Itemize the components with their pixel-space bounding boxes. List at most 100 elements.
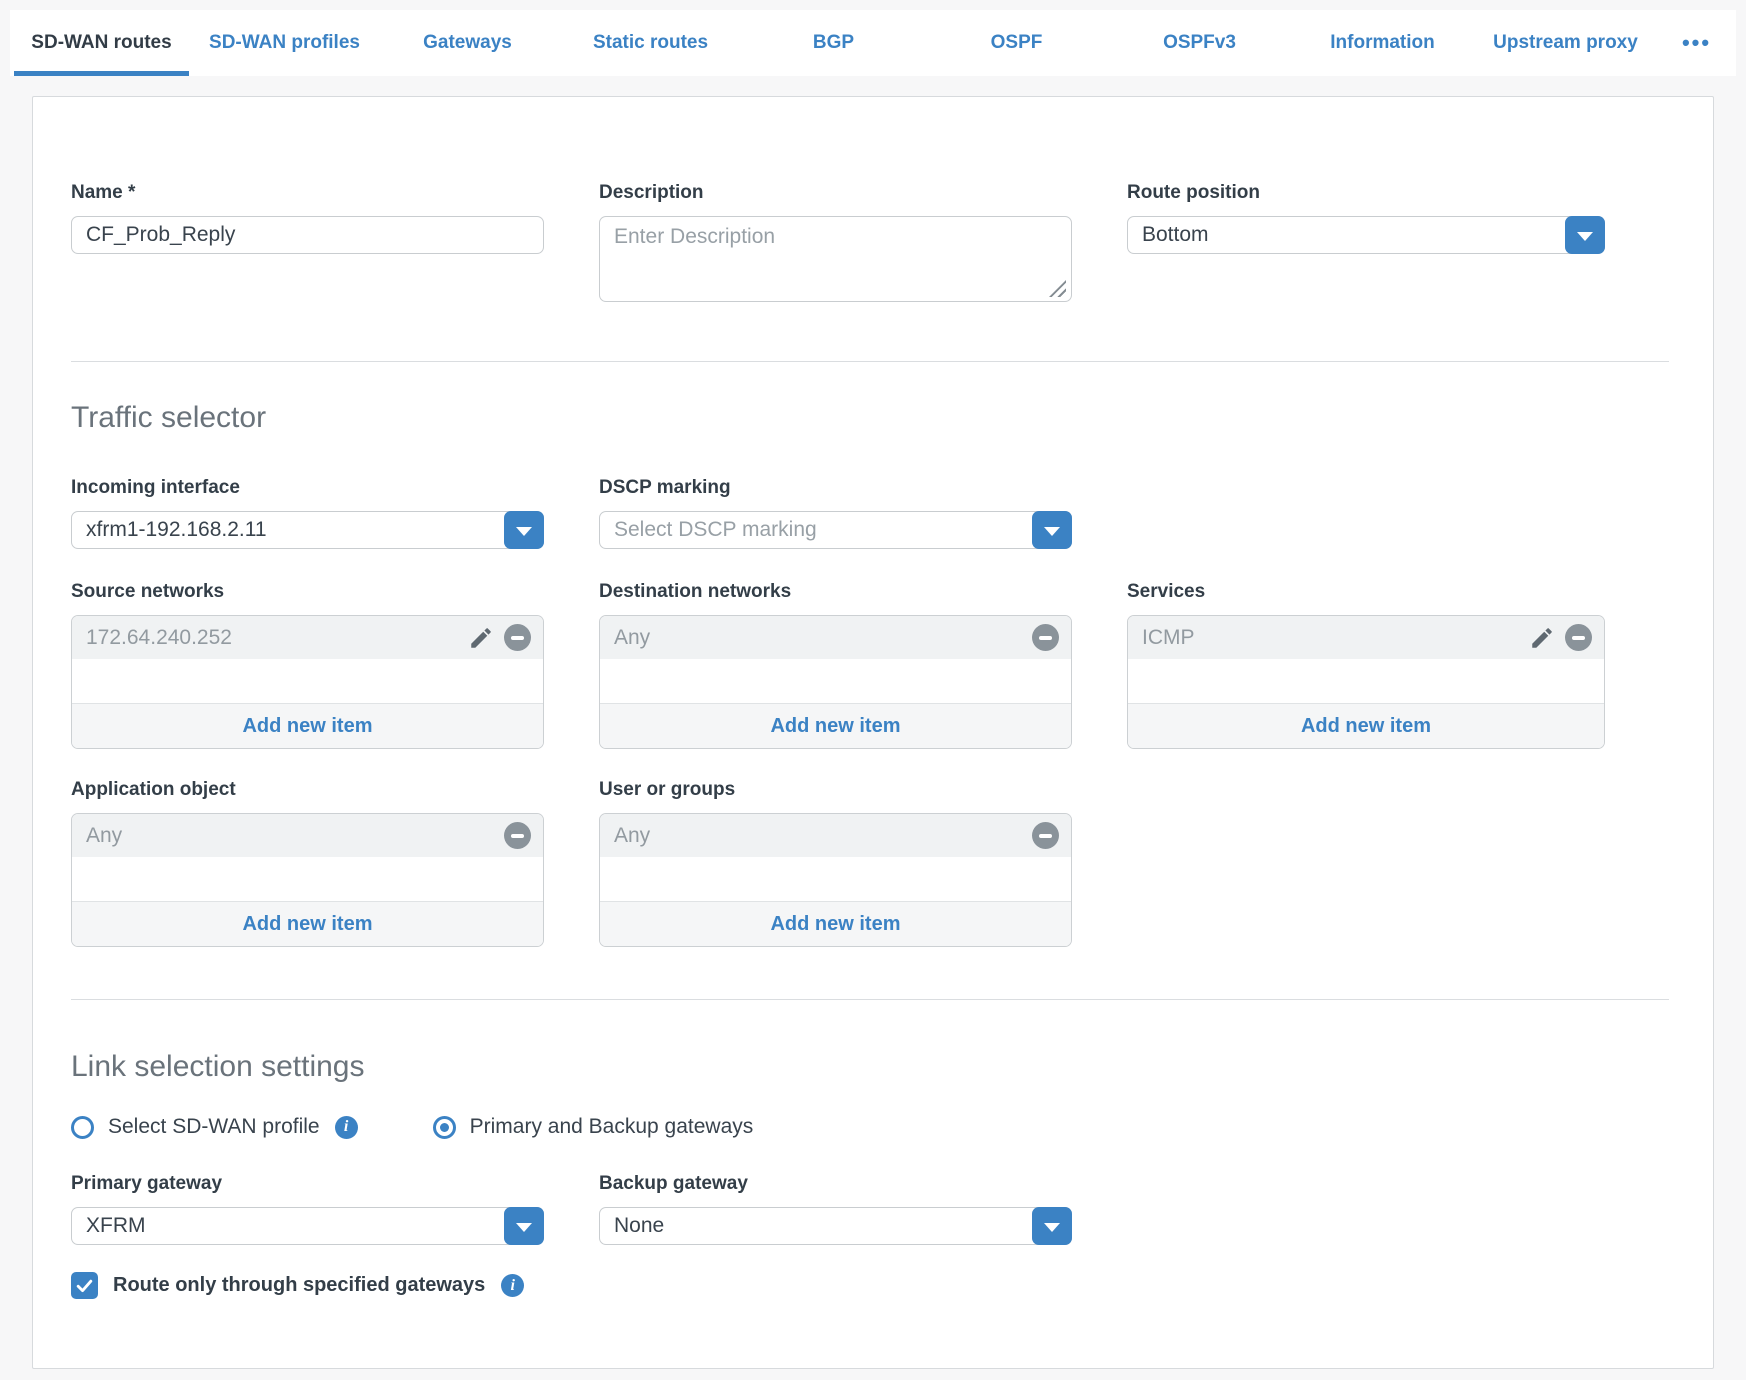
primary-gateway-value: XFRM xyxy=(86,1214,146,1238)
backup-gateway-dropdown-button[interactable] xyxy=(1032,1207,1072,1245)
name-label: Name * xyxy=(71,182,544,204)
remove-item-icon[interactable] xyxy=(1565,624,1592,651)
list-item: ICMP xyxy=(1128,616,1604,659)
route-only-checkbox[interactable] xyxy=(71,1272,98,1299)
chevron-down-icon xyxy=(1044,1223,1060,1232)
primary-gateway-dropdown[interactable]: XFRM xyxy=(71,1207,544,1245)
primary-gateway-label: Primary gateway xyxy=(71,1173,544,1195)
general-fields-row: Name * Description Route position Bottom xyxy=(71,182,1713,307)
info-icon[interactable]: i xyxy=(335,1116,358,1139)
section-divider xyxy=(71,361,1669,362)
chevron-down-icon xyxy=(516,527,532,536)
tab-sdwan-profiles[interactable]: SD-WAN profiles xyxy=(193,10,376,76)
sdwan-route-form-card: Name * Description Route position Bottom… xyxy=(32,96,1714,1369)
chevron-down-icon xyxy=(1044,527,1060,536)
remove-item-icon[interactable] xyxy=(504,624,531,651)
dscp-marking-dropdown-button[interactable] xyxy=(1032,511,1072,549)
add-new-item-button[interactable]: Add new item xyxy=(600,703,1071,748)
edit-icon[interactable] xyxy=(468,625,494,651)
chevron-down-icon xyxy=(1577,232,1593,241)
tab-ospfv3[interactable]: OSPFv3 xyxy=(1108,10,1291,76)
add-new-item-button[interactable]: Add new item xyxy=(600,901,1071,946)
destination-networks-listbox: Any Add new item xyxy=(599,615,1072,749)
source-networks-label: Source networks xyxy=(71,581,544,603)
more-tabs-icon[interactable]: ••• xyxy=(1657,10,1736,76)
primary-gateway-field-group: Primary gateway XFRM xyxy=(71,1173,544,1245)
service-item-text: ICMP xyxy=(1142,626,1529,650)
description-textarea-wrap xyxy=(599,216,1072,307)
incoming-interface-label: Incoming interface xyxy=(71,477,544,499)
tab-bgp[interactable]: BGP xyxy=(742,10,925,76)
interface-dscp-row: Incoming interface xfrm1-192.168.2.11 DS… xyxy=(71,477,1713,549)
destination-network-item-text: Any xyxy=(614,626,1032,650)
backup-gateway-field-group: Backup gateway None xyxy=(599,1173,1072,1245)
services-label: Services xyxy=(1127,581,1605,603)
tab-ospf[interactable]: OSPF xyxy=(925,10,1108,76)
incoming-interface-dropdown[interactable]: xfrm1-192.168.2.11 xyxy=(71,511,544,549)
tab-static-routes[interactable]: Static routes xyxy=(559,10,742,76)
list-item: Any xyxy=(600,814,1071,857)
list-spacer xyxy=(600,857,1071,901)
tab-gateways[interactable]: Gateways xyxy=(376,10,559,76)
route-position-field-group: Route position Bottom xyxy=(1127,182,1605,307)
description-label: Description xyxy=(599,182,1072,204)
dscp-marking-dropdown[interactable]: Select DSCP marking xyxy=(599,511,1072,549)
user-or-groups-listbox: Any Add new item xyxy=(599,813,1072,947)
application-object-item-text: Any xyxy=(86,824,504,848)
route-position-dropdown-button[interactable] xyxy=(1565,216,1605,254)
application-users-row: Application object Any Add new item User… xyxy=(71,779,1713,947)
remove-item-icon[interactable] xyxy=(1032,822,1059,849)
application-object-field-group: Application object Any Add new item xyxy=(71,779,544,947)
incoming-interface-field-group: Incoming interface xfrm1-192.168.2.11 xyxy=(71,477,544,549)
add-new-item-button[interactable]: Add new item xyxy=(72,703,543,748)
user-or-groups-field-group: User or groups Any Add new item xyxy=(599,779,1072,947)
info-icon[interactable]: i xyxy=(501,1274,524,1297)
dscp-marking-placeholder: Select DSCP marking xyxy=(614,518,817,542)
route-position-dropdown[interactable]: Bottom xyxy=(1127,216,1605,254)
incoming-interface-value: xfrm1-192.168.2.11 xyxy=(86,518,267,542)
radio-primary-backup-gateways[interactable] xyxy=(433,1116,456,1139)
user-or-groups-item-text: Any xyxy=(614,824,1032,848)
list-spacer xyxy=(72,659,543,703)
tab-upstream-proxy[interactable]: Upstream proxy xyxy=(1474,10,1657,76)
section-divider xyxy=(71,999,1669,1000)
link-selection-heading: Link selection settings xyxy=(71,1050,1713,1084)
backup-gateway-label: Backup gateway xyxy=(599,1173,1072,1195)
gateway-row: Primary gateway XFRM Backup gateway None xyxy=(71,1173,1713,1245)
services-listbox: ICMP Add new item xyxy=(1127,615,1605,749)
radio-select-sdwan-profile[interactable] xyxy=(71,1116,94,1139)
primary-gateway-dropdown-button[interactable] xyxy=(504,1207,544,1245)
radio-primary-backup-gateways-label[interactable]: Primary and Backup gateways xyxy=(470,1115,754,1139)
name-input[interactable] xyxy=(71,216,544,254)
dscp-marking-field-group: DSCP marking Select DSCP marking xyxy=(599,477,1072,549)
route-only-checkbox-label[interactable]: Route only through specified gateways xyxy=(113,1274,485,1297)
radio-select-sdwan-profile-label[interactable]: Select SD-WAN profile xyxy=(108,1115,320,1139)
link-selection-radio-group: Select SD-WAN profile i Primary and Back… xyxy=(71,1115,1713,1139)
traffic-selector-heading: Traffic selector xyxy=(71,401,1713,435)
destination-networks-field-group: Destination networks Any Add new item xyxy=(599,581,1072,749)
incoming-interface-dropdown-button[interactable] xyxy=(504,511,544,549)
route-only-checkbox-row: Route only through specified gateways i xyxy=(71,1272,1713,1299)
source-networks-listbox: 172.64.240.252 Add new item xyxy=(71,615,544,749)
chevron-down-icon xyxy=(516,1223,532,1232)
backup-gateway-dropdown[interactable]: None xyxy=(599,1207,1072,1245)
list-item: Any xyxy=(600,616,1071,659)
tab-bar: SD-WAN routes SD-WAN profiles Gateways S… xyxy=(10,10,1736,76)
networks-services-row: Source networks 172.64.240.252 Add new i… xyxy=(71,581,1713,749)
application-object-label: Application object xyxy=(71,779,544,801)
route-position-label: Route position xyxy=(1127,182,1605,204)
description-textarea[interactable] xyxy=(599,216,1072,302)
user-or-groups-label: User or groups xyxy=(599,779,1072,801)
destination-networks-label: Destination networks xyxy=(599,581,1072,603)
add-new-item-button[interactable]: Add new item xyxy=(72,901,543,946)
add-new-item-button[interactable]: Add new item xyxy=(1128,703,1604,748)
list-spacer xyxy=(72,857,543,901)
tab-information[interactable]: Information xyxy=(1291,10,1474,76)
tab-sdwan-routes[interactable]: SD-WAN routes xyxy=(10,10,193,76)
remove-item-icon[interactable] xyxy=(1032,624,1059,651)
remove-item-icon[interactable] xyxy=(504,822,531,849)
edit-icon[interactable] xyxy=(1529,625,1555,651)
description-field-group: Description xyxy=(599,182,1072,307)
name-field-group: Name * xyxy=(71,182,544,307)
backup-gateway-value: None xyxy=(614,1214,664,1238)
